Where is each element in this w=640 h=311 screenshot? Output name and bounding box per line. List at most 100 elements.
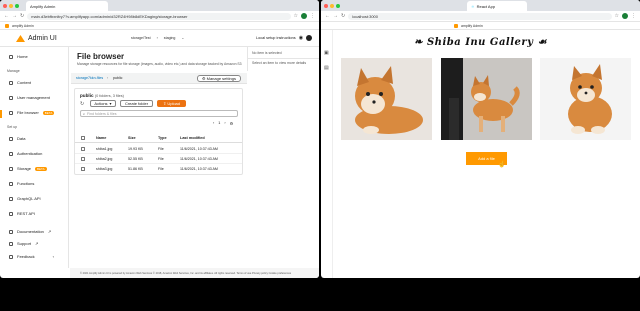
ornament-left-icon: ❧ [414,37,427,48]
bookmark-amplify[interactable]: amplify Admin [461,24,483,28]
row-checkbox[interactable] [81,147,85,151]
chevron-down-icon[interactable]: ⌄ [181,36,184,40]
react-browser-window: ⚛ React App ← → ↻ localhost:3000 ☆ ⋮ amp… [321,0,640,278]
upload-icon: ⇧ [162,101,167,106]
file-name[interactable]: shiba1.jpg [96,147,112,151]
upload-button[interactable]: ⇧ Upload [157,100,186,107]
sidebar-item-feedback[interactable]: Feedback ‹ [9,254,54,259]
bookmark-amplify[interactable]: amplify Admin [12,24,34,28]
sidebar-item-functions[interactable]: Functions [9,181,34,186]
content-icon [9,80,13,85]
url-field[interactable]: localhost:3000 [348,12,612,20]
sidebar-item-storage[interactable]: Storage BETA [9,166,47,171]
url-text: localhost:3000 [352,13,378,19]
env-crumb-branch[interactable]: staging [164,36,176,40]
sidebar-item-authentication[interactable]: Authentication [9,151,42,156]
sidebar-item-documentation[interactable]: Documentation ↗ [9,229,51,234]
table-row[interactable]: shiba1.jpg 19.93 KB File 11/6/2021, 10:3… [75,145,242,154]
column-name[interactable]: Name [96,136,106,140]
actions-dropdown[interactable]: Actions ▾ [90,100,116,107]
tab-title: Amplify Admin [30,3,56,9]
settings-icon[interactable]: ⚙ [230,121,233,126]
file-name[interactable]: shiba3.jpg [96,167,112,171]
back-icon[interactable]: ← [325,13,330,19]
sidebar-item-rest-api[interactable]: REST API [9,211,35,216]
env-crumb-app[interactable]: storage/Test [131,36,151,40]
next-page-icon[interactable]: › [224,121,225,126]
minimize-window-button[interactable] [330,3,334,8]
row-checkbox[interactable] [81,167,85,171]
sidebar-item-label: REST API [17,211,35,216]
sidebar-item-home[interactable]: Home [9,54,28,59]
file-modified: 11/6/2021, 10:37:43 AM [180,157,218,161]
sidebar-item-label: Documentation [17,229,44,234]
folder-name: public [80,93,94,98]
profile-avatar[interactable] [301,13,307,19]
shiba-puppy-icon [568,64,612,134]
url-text: main.d3ebfbxnltry7?v.amplifyapp.com/admi… [31,13,188,19]
forward-icon[interactable]: → [333,13,338,19]
menu-icon[interactable]: ⋮ [310,13,315,19]
local-setup-link[interactable]: Local setup instructions [256,36,296,40]
table-row[interactable]: shiba3.jpg 51.86 KB File 11/6/2021, 10:3… [75,165,242,174]
doc-icon [9,229,13,234]
details-panel-hint: Select an item to view more details [252,61,307,65]
forward-icon[interactable]: → [12,13,17,19]
reload-icon[interactable]: ↻ [20,13,24,19]
close-window-button[interactable] [324,3,328,8]
sidebar-item-file-browser[interactable]: File browser BETA [9,110,55,115]
page-number[interactable]: 1 [218,121,220,126]
sidebar-item-content[interactable]: Content [9,80,31,85]
column-size[interactable]: Size [128,136,136,140]
sidebar-item-graphql-api[interactable]: GraphQL API [9,196,41,201]
refresh-icon[interactable]: ↻ [80,101,84,107]
manage-settings-button[interactable]: ⚙ Manage settings [197,75,241,82]
sidebar-item-label: Feedback [17,254,35,259]
bucket-crumb[interactable]: storage7kkn-files [76,76,103,80]
row-checkbox[interactable] [81,157,85,161]
sidebar-item-data[interactable]: Data [9,136,25,141]
bookmark-favicon-icon [454,23,458,28]
folder-crumb[interactable]: public [113,76,122,80]
file-icon [9,110,13,115]
close-window-button[interactable] [3,3,7,8]
url-field[interactable]: main.d3ebfbxnltry7?v.amplifyapp.com/admi… [27,12,291,20]
user-avatar[interactable] [306,35,313,41]
react-favicon-icon: ⚛ [471,3,475,9]
collapse-sidebar-icon[interactable]: ‹ [53,254,54,259]
eye-icon[interactable]: ◉ [299,35,303,41]
menu-icon[interactable]: ⋮ [631,13,636,19]
create-folder-button[interactable]: Create folder [120,100,153,107]
layout-icon[interactable]: ▣ [324,50,329,56]
minimize-window-button[interactable] [9,3,13,8]
details-panel-title: No item is selected [252,51,282,55]
back-icon[interactable]: ← [4,13,9,19]
tab-react-app[interactable]: ⚛ React App [467,1,527,11]
table-row[interactable]: shiba2.jpg 52.55 KB File 11/6/2021, 10:3… [75,155,242,164]
folder-count: (0 folders, 3 files) [94,94,124,98]
maximize-window-button[interactable] [336,3,340,8]
prev-page-icon[interactable]: ‹ [213,121,214,126]
profile-avatar[interactable] [622,13,628,19]
external-link-icon: ↗ [47,229,52,234]
column-type[interactable]: Type [158,136,167,140]
layers-icon[interactable]: ▤ [324,65,329,71]
admin-browser-window: Amplify Admin ← → ↻ main.d3ebfbxnltry7?v… [0,0,319,278]
sidebar-item-support[interactable]: Support ↗ [9,241,38,246]
manage-settings-label: Manage settings [206,76,236,81]
maximize-window-button[interactable] [15,3,19,8]
active-indicator [0,110,2,118]
sidebar-item-label: Data [17,136,26,141]
select-all-checkbox[interactable] [81,136,85,140]
reload-icon[interactable]: ↻ [341,13,345,19]
column-last-modified[interactable]: Last modified [180,136,205,140]
pagination: ‹ 1 › ⚙ [213,121,233,126]
star-icon[interactable]: ☆ [294,13,298,19]
bucket-bar: storage7kkn-files › public ⚙ Manage sett… [71,73,247,84]
tab-amplify-admin[interactable]: Amplify Admin [26,1,108,11]
search-input[interactable]: ⌕ Find folders & files [80,110,238,117]
file-name[interactable]: shiba2.jpg [96,157,112,161]
amplify-logo-icon [16,35,25,42]
sidebar-item-user-management[interactable]: User management [9,95,50,100]
star-icon[interactable]: ☆ [615,13,619,19]
